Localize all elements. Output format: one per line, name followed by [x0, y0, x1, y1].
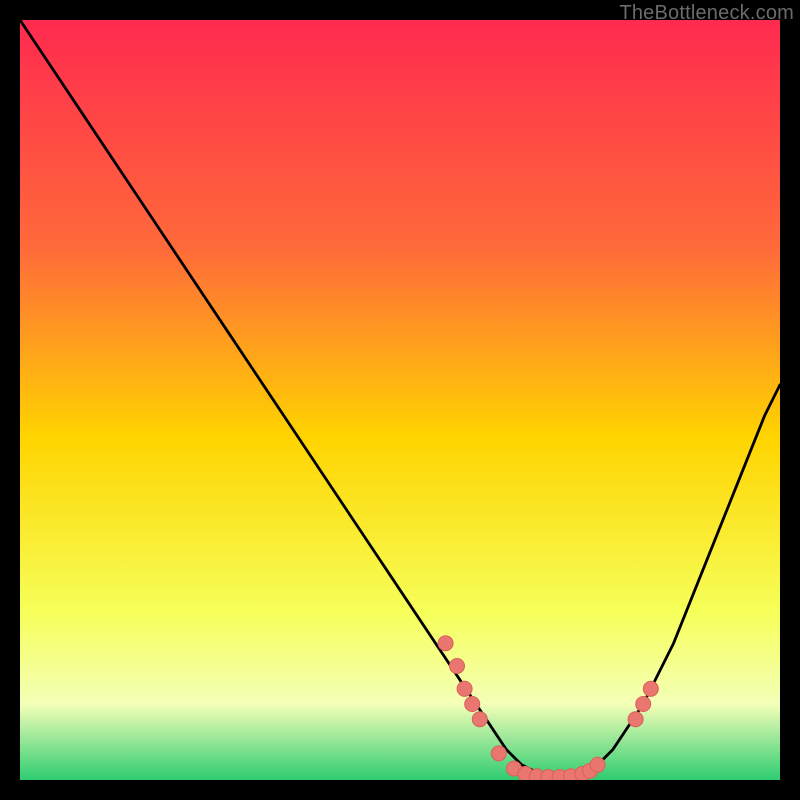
data-dot	[438, 636, 453, 651]
bottleneck-chart	[20, 20, 780, 780]
chart-frame	[20, 20, 780, 780]
data-dot	[628, 712, 643, 727]
data-dot	[457, 681, 472, 696]
data-dot	[472, 712, 487, 727]
data-dot	[450, 659, 465, 674]
data-dot	[491, 746, 506, 761]
data-dot	[636, 697, 651, 712]
attribution-label: TheBottleneck.com	[619, 2, 794, 25]
gradient-background	[20, 20, 780, 780]
data-dot	[465, 697, 480, 712]
data-dot	[590, 757, 605, 772]
data-dot	[643, 681, 658, 696]
